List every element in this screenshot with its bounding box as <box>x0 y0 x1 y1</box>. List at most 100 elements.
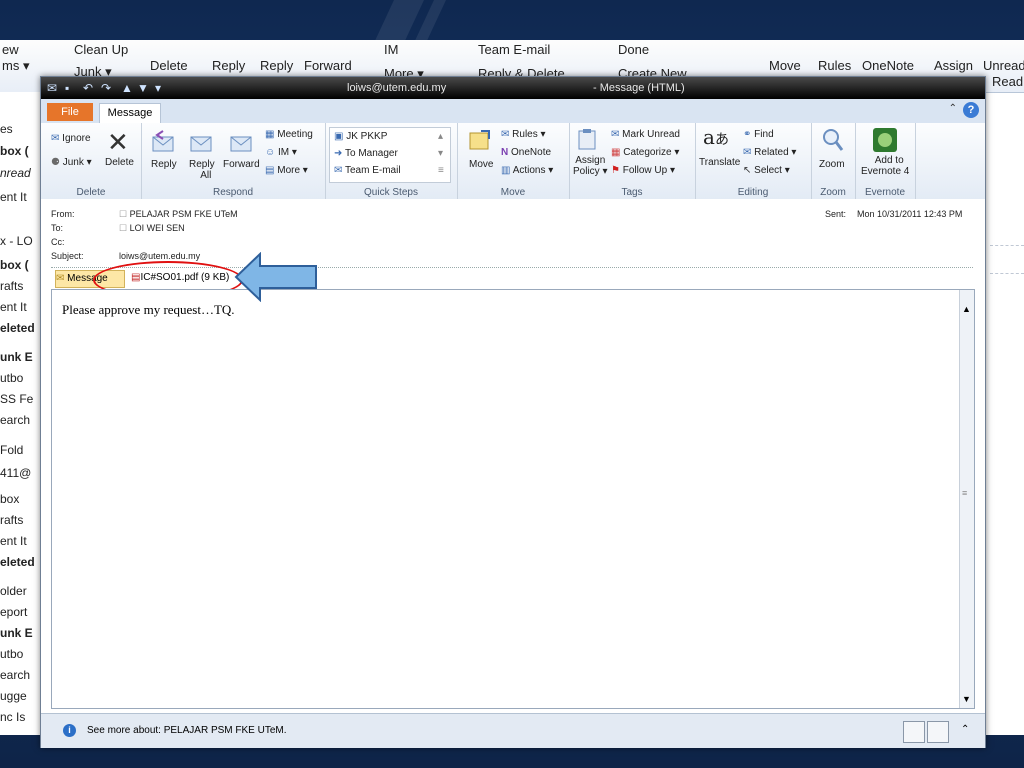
rules-button[interactable]: ✉ Rules ▾ <box>501 129 546 140</box>
folder-item[interactable]: eleted <box>0 321 35 335</box>
tab-file[interactable]: File <box>47 103 93 121</box>
folder-item[interactable]: box ( <box>0 144 29 158</box>
folder-item[interactable]: x - LO <box>0 234 33 248</box>
folder-item[interactable]: rafts <box>0 513 23 527</box>
bg-reply-button[interactable]: Reply <box>212 58 245 73</box>
folder-item[interactable]: ugge <box>0 689 27 703</box>
junk-button[interactable]: ⚈ Junk ▾ <box>51 157 92 168</box>
folder-item[interactable]: box <box>0 492 19 506</box>
folder-item[interactable]: ent It <box>0 534 27 548</box>
bg-delete-button[interactable]: Delete <box>150 58 188 73</box>
folder-item[interactable]: nread <box>0 166 31 180</box>
bg-done-button[interactable]: Done <box>618 42 649 57</box>
select-button[interactable]: ↖ Select ▾ <box>743 165 790 176</box>
bg-unread-button[interactable]: Unread <box>983 58 1024 73</box>
folder-item[interactable]: box ( <box>0 258 29 272</box>
forward-button[interactable]: Forward <box>223 159 260 170</box>
folder-item[interactable]: es <box>0 122 13 136</box>
redo-icon[interactable]: ↷ <box>101 81 111 95</box>
folder-item[interactable]: utbo <box>0 647 23 661</box>
bg-reply-all-button[interactable]: Reply <box>260 58 293 73</box>
vertical-scrollbar[interactable]: ▲ ≡ ▼ <box>959 290 974 708</box>
message-body[interactable]: Please approve my request…TQ. ▲ ≡ ▼ <box>51 289 975 709</box>
up-arrow-icon[interactable]: ▲ <box>121 81 133 95</box>
collapse-people-pane-icon[interactable]: ⌃ <box>961 724 969 735</box>
scroll-down-icon[interactable]: ▼ <box>962 694 971 704</box>
tab-message[interactable]: Message <box>99 103 161 124</box>
folder-item[interactable]: eport <box>0 605 27 619</box>
bg-move-button[interactable]: Move <box>769 58 801 73</box>
bg-read-button[interactable]: Read <box>992 74 1023 89</box>
delete-button[interactable]: Delete <box>105 157 134 168</box>
related-button[interactable]: ✉ Related ▾ <box>743 147 796 158</box>
folder-item[interactable]: SS Fe <box>0 392 33 406</box>
reply-all-button[interactable]: Reply All <box>189 159 215 181</box>
more-button[interactable]: ▤ More ▾ <box>265 165 308 176</box>
actions-button[interactable]: ▥ Actions ▾ <box>501 165 553 176</box>
people-pane-text[interactable]: See more about: PELAJAR PSM FKE UTeM. <box>87 725 287 736</box>
to-label: To: <box>51 223 64 233</box>
save-icon[interactable]: ▪ <box>65 81 69 95</box>
onenote-button[interactable]: N OneNote <box>501 147 551 158</box>
gallery-more-icon[interactable]: ≡ <box>438 165 444 176</box>
gallery-up-icon[interactable]: ▴ <box>438 131 443 142</box>
folder-item[interactable]: earch <box>0 413 30 427</box>
folder-item[interactable]: rafts <box>0 279 23 293</box>
message-body-text: Please approve my request…TQ. <box>62 302 235 317</box>
folder-item[interactable]: 411@ <box>0 466 31 480</box>
bg-im-button[interactable]: IM <box>384 42 398 57</box>
undo-icon[interactable]: ↶ <box>83 81 93 95</box>
im-button[interactable]: ☺ IM ▾ <box>265 147 297 158</box>
mark-unread-button[interactable]: ✉ Mark Unread <box>611 129 680 140</box>
cc-label: Cc: <box>51 237 65 247</box>
delete-x-icon[interactable]: ✕ <box>107 127 129 158</box>
customize-qat-icon[interactable]: ▾ <box>155 81 161 95</box>
scroll-thumb-grip-icon[interactable]: ≡ <box>962 488 967 498</box>
down-arrow-icon[interactable]: ▼ <box>137 81 149 95</box>
ignore-icon: ✉ <box>51 133 60 144</box>
from-value[interactable]: ☐ PELAJAR PSM FKE UTeM <box>119 209 238 220</box>
bg-assign-button[interactable]: Assign <box>934 58 973 73</box>
ribbon-tabs: File Message ⌃ ? <box>41 99 985 124</box>
folder-item[interactable]: earch <box>0 668 30 682</box>
gallery-down-icon[interactable]: ▾ <box>438 148 443 159</box>
quick-step-to-manager[interactable]: ➜ To Manager <box>334 148 398 159</box>
folder-item[interactable]: ent It <box>0 190 27 204</box>
folder-item[interactable]: older <box>0 584 27 598</box>
find-button[interactable]: ⚭ Find <box>743 129 774 140</box>
assign-policy-button[interactable]: Assign Policy ▾ <box>573 155 607 177</box>
folder-item[interactable]: utbo <box>0 371 23 385</box>
minimize-ribbon-icon[interactable]: ⌃ <box>949 103 957 114</box>
translate-button[interactable]: Translate <box>699 157 740 168</box>
quick-step-team-email[interactable]: ✉ Team E-mail <box>334 165 401 176</box>
meeting-button[interactable]: ▦ Meeting <box>265 129 313 140</box>
bg-onenote-button[interactable]: OneNote <box>862 58 914 73</box>
bg-view-items-1[interactable]: ew <box>2 42 19 57</box>
group-label-move: Move <box>500 187 526 198</box>
bg-rules-button[interactable]: Rules <box>818 58 851 73</box>
message-window: ✉ ▪ ↶ ↷ ▲ ▼ ▾ loiws@utem.edu.my - Messag… <box>40 76 986 748</box>
folder-item[interactable]: Fold <box>0 443 23 457</box>
bg-view-items-2[interactable]: ms ▾ <box>2 58 29 74</box>
ignore-button[interactable]: ✉ Ignore <box>51 133 91 144</box>
folder-item[interactable]: unk E <box>0 350 33 364</box>
reply-button[interactable]: Reply <box>151 159 177 170</box>
folder-item[interactable]: eleted <box>0 555 35 569</box>
categorize-button[interactable]: ▦ Categorize ▾ <box>611 147 679 158</box>
scroll-up-icon[interactable]: ▲ <box>962 304 971 314</box>
quick-step-jk-pkkp[interactable]: ▣ JK PKKP <box>334 131 387 142</box>
move-button[interactable]: Move <box>469 159 493 170</box>
folder-item[interactable]: ent It <box>0 300 27 314</box>
folder-item[interactable]: nc Is <box>0 710 25 724</box>
bg-team-email-button[interactable]: Team E-mail <box>478 42 550 57</box>
avatar[interactable] <box>927 721 949 743</box>
follow-up-button[interactable]: ⚑ Follow Up ▾ <box>611 165 675 176</box>
folder-item[interactable]: unk E <box>0 626 33 640</box>
to-value[interactable]: ☐ LOI WEI SEN <box>119 223 185 234</box>
help-icon[interactable]: ? <box>963 102 979 118</box>
add-to-evernote-button[interactable]: Add to Evernote 4 <box>861 155 909 177</box>
bg-forward-button[interactable]: Forward <box>304 58 352 73</box>
zoom-button[interactable]: Zoom <box>819 159 845 170</box>
avatar[interactable] <box>903 721 925 743</box>
bg-clean-up-button[interactable]: Clean Up <box>74 42 128 57</box>
